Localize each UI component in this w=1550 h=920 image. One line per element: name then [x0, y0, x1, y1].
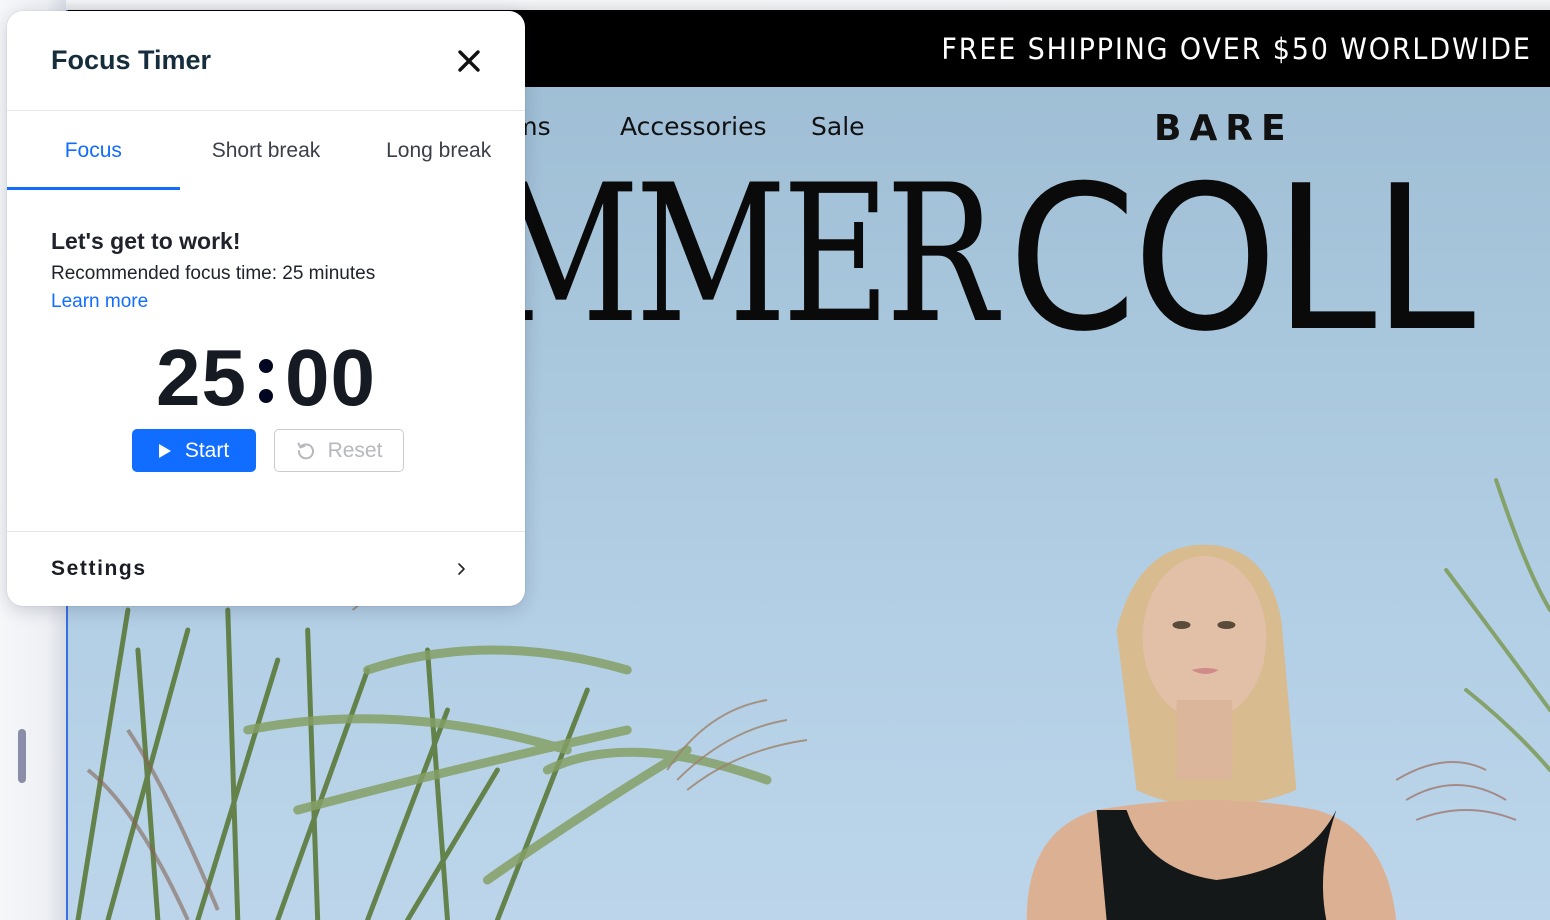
timer-display: 25 00 — [7, 333, 525, 422]
timer-controls: Start Reset — [7, 429, 525, 472]
timer-minutes: 25 — [156, 333, 247, 422]
tab-focus[interactable]: Focus — [7, 111, 180, 190]
timer-colon — [259, 335, 273, 421]
model-figure — [1026, 544, 1397, 920]
timer-seconds: 00 — [285, 333, 376, 422]
vertical-scroll-handle[interactable] — [18, 729, 26, 783]
panel-body: Let's get to work! Recommended focus tim… — [7, 190, 525, 472]
timer-tabs: Focus Short break Long break — [7, 111, 525, 190]
reset-icon — [297, 442, 314, 459]
recommendation-text: Recommended focus time: 25 minutes — [51, 263, 376, 284]
panel-header: Focus Timer — [7, 11, 525, 111]
chevron-right-icon — [458, 563, 465, 575]
start-button[interactable]: Start — [132, 429, 256, 472]
hero-title-serif: MMER — [488, 144, 997, 365]
nav-item-sale[interactable]: Sale — [811, 112, 865, 141]
learn-more-link[interactable]: Learn more — [51, 291, 148, 313]
close-icon — [458, 49, 480, 72]
reset-button[interactable]: Reset — [274, 429, 404, 472]
close-button[interactable] — [453, 45, 485, 77]
editor-top-strip — [66, 0, 1550, 10]
focus-heading: Let's get to work! — [51, 228, 241, 254]
settings-label: Settings — [51, 557, 147, 580]
promo-text: FREE SHIPPING OVER $50 WORLDWIDE — [941, 31, 1532, 66]
reset-label: Reset — [327, 438, 383, 462]
hero-title-sans: COLL — [1008, 143, 1475, 376]
settings-row[interactable]: Settings — [7, 531, 525, 606]
panel-title: Focus Timer — [51, 45, 212, 75]
focus-timer-panel: Focus Timer Focus Short break Long break… — [7, 11, 525, 606]
play-icon — [158, 443, 171, 458]
tab-short-break[interactable]: Short break — [180, 111, 353, 190]
start-label: Start — [184, 438, 230, 462]
nav-item-accessories[interactable]: Accessories — [620, 112, 767, 141]
tab-long-break[interactable]: Long break — [352, 111, 525, 190]
